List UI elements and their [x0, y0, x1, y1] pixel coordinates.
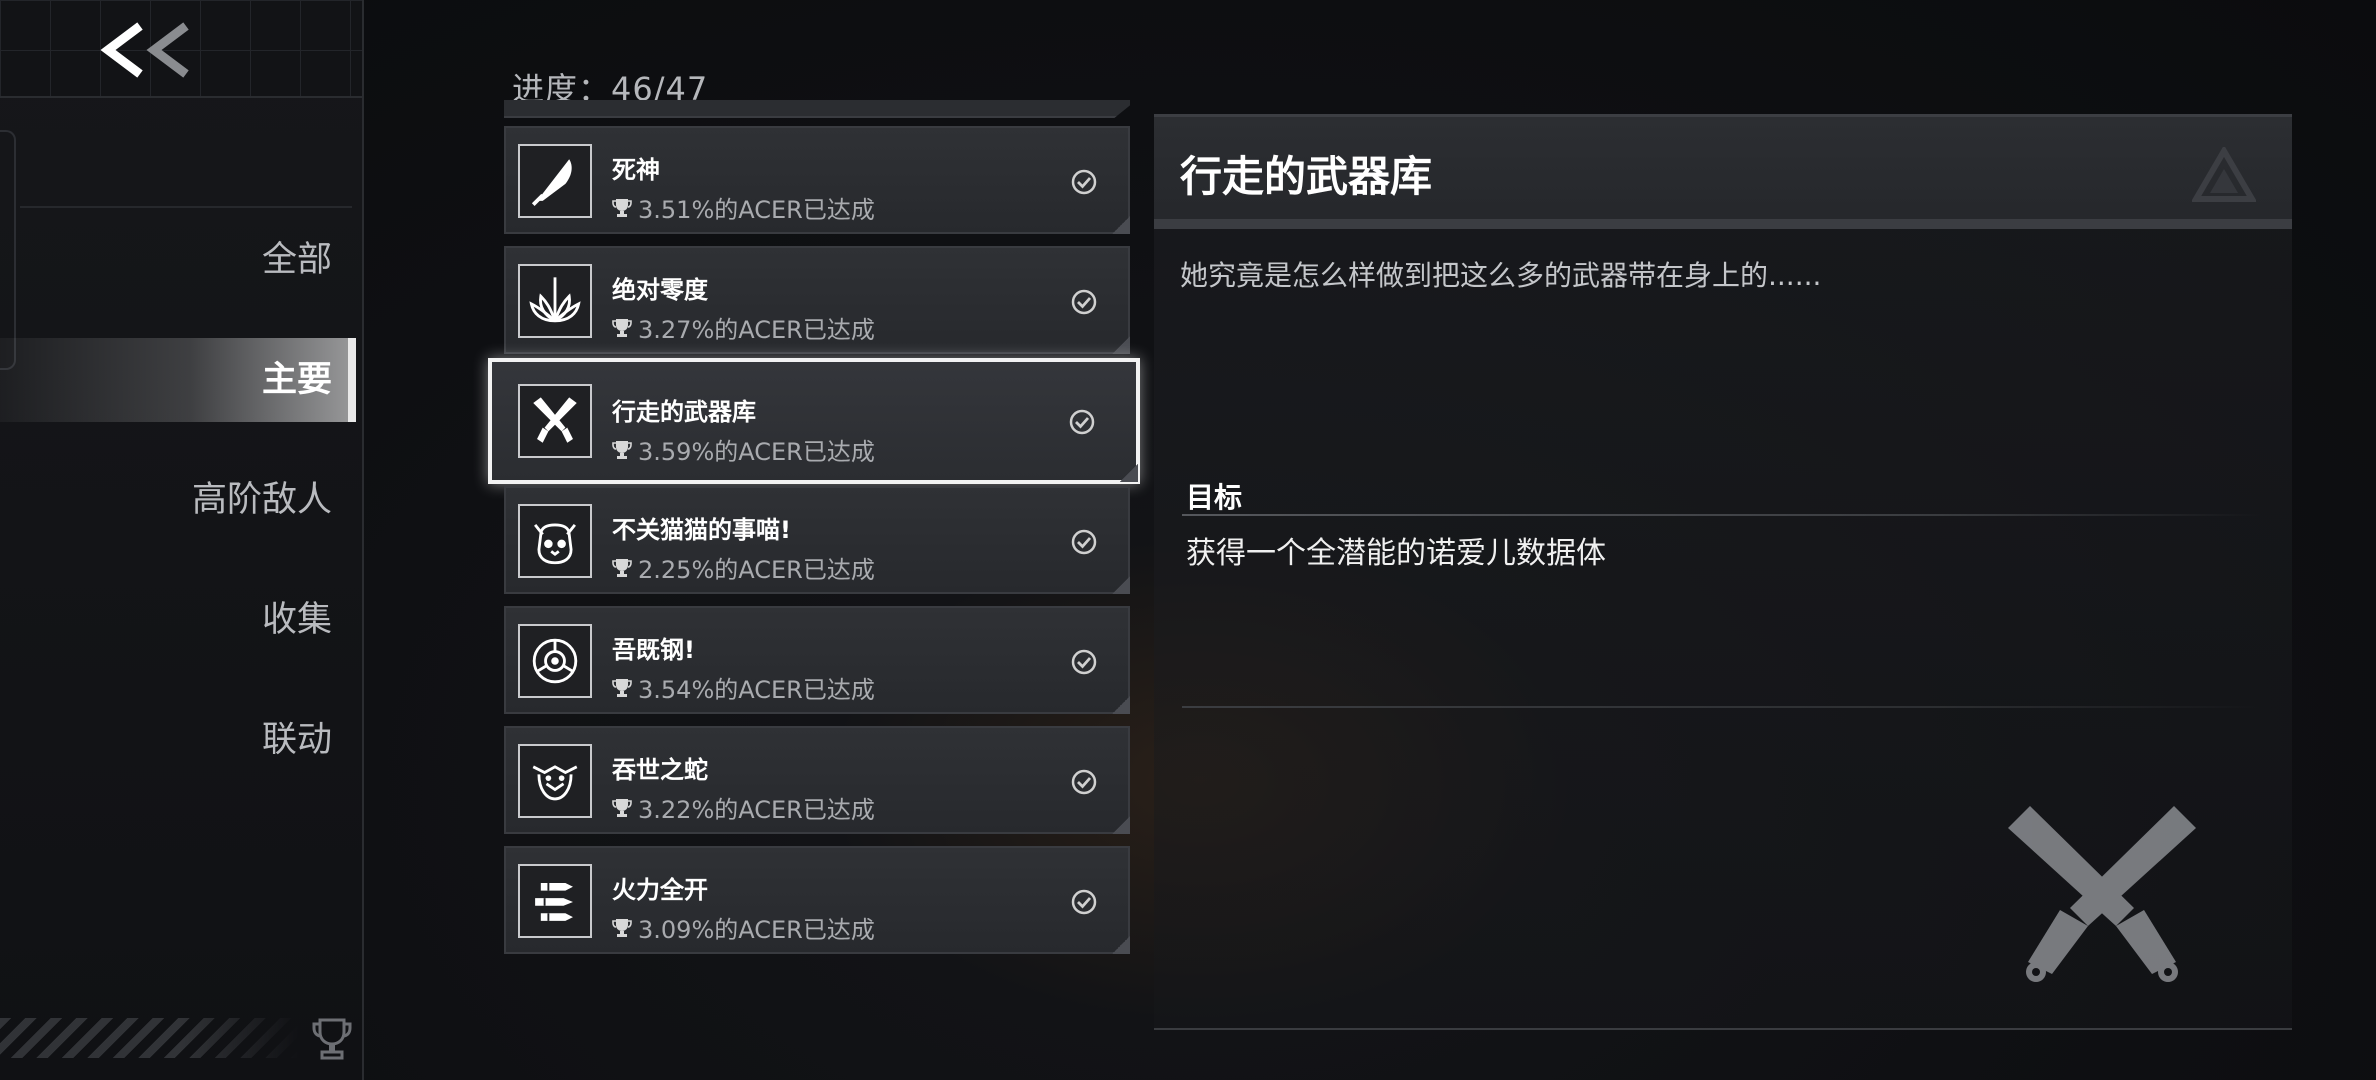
achievement-stat: 3.22%的ACER已达成	[612, 790, 875, 825]
trophy-icon	[612, 798, 632, 817]
achievement-detail-panel: 行走的武器库 她究竟是怎么样做到把这么多的武器带在身上的...... 目标 获得…	[1154, 114, 2292, 1030]
checkmark-circle-icon	[1071, 649, 1097, 675]
objective-text: 获得一个全潜能的诺爱儿数据体	[1186, 536, 1606, 571]
trophy-icon	[612, 318, 632, 337]
sidebar-item-collab[interactable]: 联动	[0, 698, 348, 782]
detail-title: 行走的武器库	[1180, 152, 1433, 201]
achievement-title: 不关猫猫的事喵!	[612, 516, 791, 544]
ice-crystal-icon	[518, 264, 592, 338]
checkmark-circle-icon	[1071, 169, 1097, 195]
category-sidebar: 全部 主要 高阶敌人 收集 联动	[0, 0, 364, 1080]
crossed-pistols-icon	[518, 384, 592, 458]
achievement-title: 吞世之蛇	[612, 756, 708, 784]
achievement-rate: 3.27%的ACER已达成	[638, 316, 875, 344]
achievement-rate: 3.09%的ACER已达成	[638, 916, 875, 944]
achievement-rate: 3.22%的ACER已达成	[638, 796, 875, 824]
sidebar-item-collection[interactable]: 收集	[0, 578, 348, 662]
achievement-title: 死神	[612, 156, 660, 184]
achievement-rate: 3.51%的ACER已达成	[638, 196, 875, 224]
double-chevron-left-icon	[100, 22, 189, 78]
serpent-icon	[518, 744, 592, 818]
checkmark-circle-icon	[1071, 529, 1097, 555]
bullets-icon	[518, 864, 592, 938]
achievement-stat: 3.54%的ACER已达成	[612, 670, 875, 705]
achievement-title: 绝对零度	[612, 276, 708, 304]
trophy-icon	[310, 1016, 354, 1062]
achievement-card-selected[interactable]: 行走的武器库 3.59%的ACER已达成	[488, 358, 1140, 484]
achievement-stat: 3.59%的ACER已达成	[612, 432, 875, 467]
checkmark-circle-icon	[1069, 409, 1095, 435]
cat-icon	[518, 504, 592, 578]
trophy-icon	[612, 440, 632, 459]
objective-bottom-divider	[1182, 706, 2262, 708]
triangle-logo-icon	[2192, 147, 2256, 202]
decorative-stripes	[0, 1018, 300, 1058]
sidebar-item-main[interactable]: 主要	[0, 338, 356, 422]
trophy-icon	[612, 918, 632, 937]
achievement-title: 火力全开	[612, 876, 708, 904]
trophy-icon	[612, 678, 632, 697]
checkmark-circle-icon	[1071, 289, 1097, 315]
achievement-rate: 2.25%的ACER已达成	[638, 556, 875, 584]
achievement-card[interactable]: 吞世之蛇 3.22%的ACER已达成	[504, 726, 1130, 834]
achievement-stat: 2.25%的ACER已达成	[612, 550, 875, 585]
sidebar-divider	[20, 206, 352, 208]
objective-divider	[1182, 514, 2262, 516]
objective-label: 目标	[1186, 481, 1243, 514]
sidebar-item-elite-enemies[interactable]: 高阶敌人	[0, 458, 348, 542]
detail-header: 行走的武器库	[1154, 114, 2292, 229]
back-area	[0, 0, 362, 98]
back-button[interactable]	[100, 18, 196, 82]
achievement-card[interactable]: 绝对零度 3.27%的ACER已达成	[504, 246, 1130, 354]
trophy-icon	[612, 558, 632, 577]
steel-emblem-icon	[518, 624, 592, 698]
achievement-card[interactable]: 火力全开 3.09%的ACER已达成	[504, 846, 1130, 954]
achievement-card[interactable]: 死神 3.51%的ACER已达成	[504, 126, 1130, 234]
achievement-stat: 3.09%的ACER已达成	[612, 910, 875, 945]
list-scroll-edge	[504, 100, 1130, 118]
checkmark-circle-icon	[1071, 769, 1097, 795]
crossed-pistols-icon	[2008, 806, 2196, 982]
scythe-icon	[518, 144, 592, 218]
achievement-stat: 3.51%的ACER已达成	[612, 190, 875, 225]
checkmark-circle-icon	[1071, 889, 1097, 915]
sidebar-item-all[interactable]: 全部	[0, 218, 348, 302]
achievement-card[interactable]: 不关猫猫的事喵! 2.25%的ACER已达成	[504, 486, 1130, 594]
achievement-card[interactable]: 吾既钢! 3.54%的ACER已达成	[504, 606, 1130, 714]
detail-header-underline	[1154, 219, 2292, 229]
achievement-rate: 3.54%的ACER已达成	[638, 676, 875, 704]
achievement-title: 行走的武器库	[612, 398, 756, 426]
trophy-icon	[612, 198, 632, 217]
achievement-title: 吾既钢!	[612, 636, 695, 664]
achievement-stat: 3.27%的ACER已达成	[612, 310, 875, 345]
detail-description: 她究竟是怎么样做到把这么多的武器带在身上的......	[1180, 259, 1822, 292]
achievement-rate: 3.59%的ACER已达成	[638, 438, 875, 466]
